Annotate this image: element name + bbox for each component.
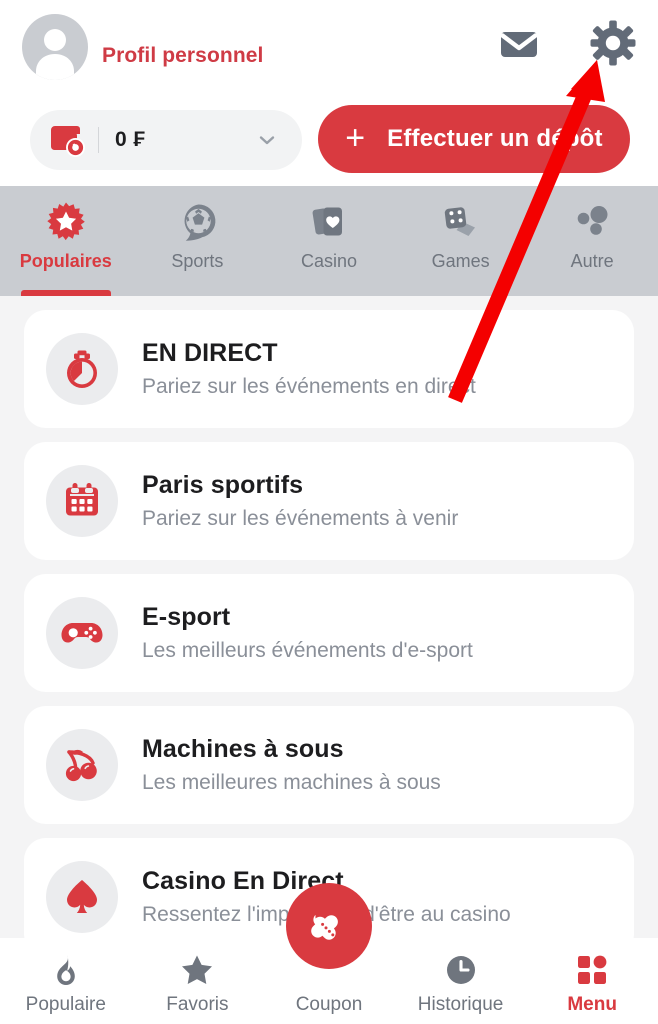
stopwatch-icon <box>46 333 118 405</box>
tab-populaires[interactable]: Populaires <box>0 186 132 296</box>
list-item-title: E-sport <box>142 603 231 631</box>
list-item-text: Machines à sous Les meilleures machines … <box>142 735 441 795</box>
bottom-nav-historique[interactable]: Historique <box>395 938 527 1024</box>
list-item-title: Machines à sous <box>142 735 344 763</box>
ticket-icon <box>311 914 338 940</box>
gear-icon[interactable] <box>590 20 636 66</box>
tab-label: Autre <box>570 251 614 271</box>
star-icon <box>179 951 215 989</box>
tab-label: Casino <box>300 251 357 271</box>
bottom-nav-favoris[interactable]: Favoris <box>132 938 264 1024</box>
bottom-nav-label: Menu <box>567 993 617 1015</box>
dots-cluster-icon <box>571 200 613 244</box>
list-item-subtitle: Pariez sur les événements à venir <box>142 507 459 530</box>
list-item[interactable]: Machines à sous Les meilleures machines … <box>24 706 634 824</box>
tab-casino[interactable]: Casino <box>263 186 395 296</box>
playing-cards-heart-icon <box>308 200 350 244</box>
list-item-text: E-sport Les meilleurs événements d'e-spo… <box>142 603 473 663</box>
category-tabbar: Populaires Sports Casino Games Autre <box>0 186 658 296</box>
list-item-title: EN DIRECT <box>142 339 278 367</box>
list-item[interactable]: EN DIRECT Pariez sur les événements en d… <box>24 310 634 428</box>
plus-icon: + <box>345 118 366 157</box>
tab-active-indicator <box>21 290 111 296</box>
soccer-ball-icon <box>176 200 218 244</box>
profile-button[interactable]: Profil personnel <box>22 14 263 80</box>
list-item-title: Paris sportifs <box>142 471 304 499</box>
deposit-label: Effectuer un dépôt <box>387 125 603 152</box>
wallet-refresh-icon <box>44 117 90 163</box>
chevron-down-icon[interactable] <box>256 129 278 151</box>
app-root: Profil personnel 0 ₣ + Effectuer un dépô… <box>0 0 658 1024</box>
bottom-nav-label: Populaire <box>25 993 106 1015</box>
list-item[interactable]: E-sport Les meilleurs événements d'e-spo… <box>24 574 634 692</box>
bottom-nav-menu[interactable]: Menu <box>526 938 658 1024</box>
list-item[interactable]: Paris sportifs Pariez sur les événements… <box>24 442 634 560</box>
spade-icon <box>46 861 118 933</box>
tab-sports[interactable]: Sports <box>132 186 264 296</box>
list-item-text: Paris sportifs Pariez sur les événements… <box>142 471 458 531</box>
calendar-icon <box>46 465 118 537</box>
star-burst-icon <box>45 200 87 244</box>
balance-amount: 0 ₣ <box>115 128 146 151</box>
balance-selector[interactable]: 0 ₣ <box>30 110 302 170</box>
tab-autre[interactable]: Autre <box>526 186 658 296</box>
grid-menu-icon <box>575 951 609 989</box>
header-icon-group <box>496 20 636 66</box>
list-item-subtitle: Les meilleures machines à sous <box>142 771 441 794</box>
clock-icon <box>444 951 478 989</box>
tab-label: Sports <box>171 251 224 271</box>
profile-label: Profil personnel <box>102 44 264 67</box>
dice-cards-icon <box>440 200 482 244</box>
tab-games[interactable]: Games <box>395 186 527 296</box>
envelope-icon[interactable] <box>496 20 542 66</box>
list-item-text: EN DIRECT Pariez sur les événements en d… <box>142 339 476 399</box>
app-header: Profil personnel 0 ₣ + Effectuer un dépô… <box>0 0 658 186</box>
cherries-icon <box>46 729 118 801</box>
list-item-subtitle: Les meilleurs événements d'e-sport <box>142 639 473 662</box>
coupon-fab-button[interactable] <box>286 883 372 969</box>
user-avatar-icon <box>22 14 88 80</box>
tab-label: Games <box>431 251 490 271</box>
list-item-subtitle: Pariez sur les événements en direct <box>142 375 476 398</box>
tab-label: Populaires <box>19 251 112 271</box>
balance-divider <box>98 127 99 153</box>
bottom-nav-populaire[interactable]: Populaire <box>0 938 132 1024</box>
bottom-nav-label: Favoris <box>166 993 229 1015</box>
gamepad-icon <box>46 597 118 669</box>
deposit-button[interactable]: + Effectuer un dépôt <box>318 105 630 173</box>
bottom-nav-label: Coupon <box>295 993 363 1015</box>
bottom-nav-label: Historique <box>417 993 504 1015</box>
flame-icon <box>49 951 83 989</box>
